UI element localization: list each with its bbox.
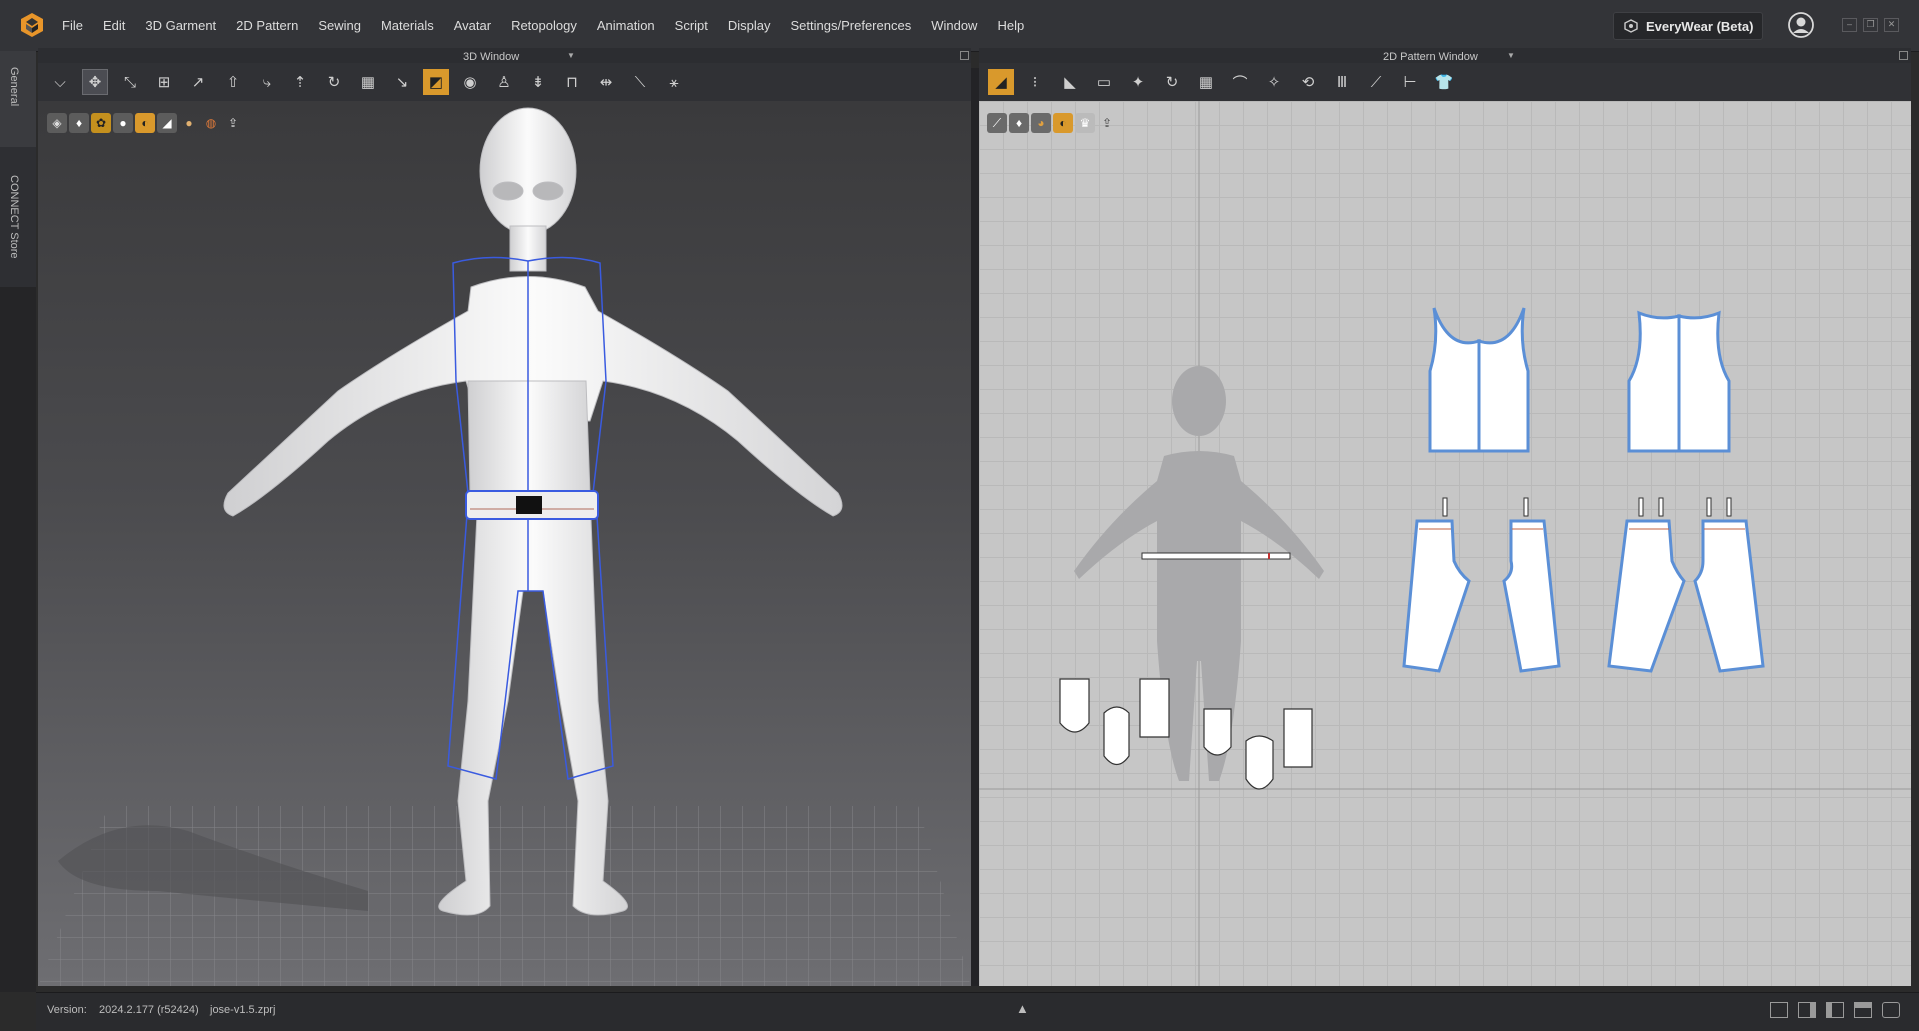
menu-avatar[interactable]: Avatar [454,18,491,33]
animate-icon[interactable]: ⚹ [661,69,687,95]
workspace-selector[interactable]: EveryWear (Beta) [1613,12,1763,40]
dart-icon[interactable]: ✦ [1125,69,1151,95]
button-icon[interactable]: ◉ [457,69,483,95]
menu-help[interactable]: Help [997,18,1024,33]
menu-script[interactable]: Script [675,18,708,33]
layout-split-icon[interactable] [1798,1002,1816,1018]
pants-back-pattern [1607,519,1765,673]
menu-3d-garment[interactable]: 3D Garment [145,18,216,33]
transform-pattern-icon[interactable]: ◢ [988,69,1014,95]
fold-2d-icon[interactable]: ⌒ [1227,69,1253,95]
marvelous-logo-icon[interactable] [19,12,45,38]
chevron-down-icon[interactable]: ▼ [1507,51,1515,60]
float-icon[interactable] [960,51,969,60]
panel-title-3d: 3D Window [463,51,520,63]
rectangle-icon[interactable]: ▭ [1091,69,1117,95]
select-mesh-icon[interactable]: ⤡ [117,69,143,95]
shirt-back-pattern [1627,310,1731,453]
move-icon[interactable]: ✥ [82,69,108,95]
measure-icon[interactable]: ↻ [321,69,347,95]
line-icon[interactable]: ⟋ [1363,69,1389,95]
side-tab-general[interactable]: General [0,51,36,147]
version-value: 2024.2.177 (r52424) [99,1004,199,1016]
sew-icon[interactable]: ⟲ [1295,69,1321,95]
grid-icon[interactable]: ▦ [355,69,381,95]
arrange-icon[interactable]: ⇹ [593,69,619,95]
status-bar: Version: 2024.2.177 (r52424) jose-v1.5.z… [36,992,1919,1031]
menu-bar: File Edit 3D Garment 2D Pattern Sewing M… [0,0,1919,52]
workspace-label: EveryWear (Beta) [1646,18,1754,34]
float-icon[interactable] [1899,51,1908,60]
menu-sewing[interactable]: Sewing [318,18,361,33]
polygon-icon[interactable]: ◣ [1057,69,1083,95]
belt-loops [1442,497,1732,517]
layout-reset-icon[interactable] [1882,1002,1900,1018]
workspace-icon [1624,19,1638,33]
expand-icon[interactable]: ▲ [1016,1001,1029,1016]
pattern-canvas [979,101,1911,986]
shirt-front-pattern [1428,307,1530,453]
panel-title-2d: 2D Pattern Window [1383,51,1478,63]
menu-edit[interactable]: Edit [103,18,125,33]
select-icon[interactable]: ⌵ [47,69,73,95]
garment-select-icon[interactable]: ⊞ [151,69,177,95]
viewport-3d[interactable]: ◈ ♦ ✿ ● ◐ ◢ ● ◍ ⇪ [38,101,971,986]
pants-front-pattern [1402,519,1561,673]
side-tab-connect-store[interactable]: CONNECT Store [0,147,36,287]
toolbar-3d: ⌵ ✥ ⤡ ⊞ ↗ ⇧ ⤷ ⇡ ↻ ▦ ↘ ◩ ◉ ♙ ⇟ ⊓ ⇹ ⟍ ⚹ [38,63,971,102]
layout-grid-icon[interactable] [1854,1002,1872,1018]
layout-split-alt-icon[interactable] [1826,1002,1844,1018]
close-icon[interactable]: ✕ [1884,18,1899,32]
notch-icon[interactable]: ⊢ [1397,69,1423,95]
menu-file[interactable]: File [62,18,83,33]
pin-icon[interactable]: ⤷ [254,69,280,95]
zipper-icon[interactable]: ⇟ [525,69,551,95]
edit-curve-icon[interactable]: ↗ [185,69,211,95]
side-strip [0,287,36,992]
panel-divider[interactable] [971,68,979,986]
minimize-icon[interactable]: – [1842,18,1857,32]
user-avatar-icon[interactable] [1788,12,1814,38]
tack-icon[interactable]: ⇡ [287,69,313,95]
fold-icon[interactable]: ⇧ [220,69,246,95]
side-tab-general-label: General [8,67,20,107]
tuck-icon[interactable]: ✧ [1261,69,1287,95]
version-label: Version: [47,1004,87,1016]
side-tab-store-label: CONNECT Store [8,175,20,259]
texture-icon[interactable]: ◩ [423,69,449,95]
pleat-icon[interactable]: Ⅲ [1329,69,1355,95]
seam-icon[interactable]: ↻ [1159,69,1185,95]
layout-single-icon[interactable] [1770,1002,1788,1018]
scene-3d [38,107,971,986]
restore-icon[interactable]: ❐ [1863,18,1878,32]
toolbar-2d: ◢ ⁝ ◣ ▭ ✦ ↻ ▦ ⌒ ✧ ⟲ Ⅲ ⟋ ⊢ 👕 [979,63,1911,102]
menu-display[interactable]: Display [728,18,771,33]
belt-pattern [1141,552,1291,560]
menu-animation[interactable]: Animation [597,18,655,33]
avatar-pose-icon[interactable]: ♙ [491,69,517,95]
menu-materials[interactable]: Materials [381,18,434,33]
menu-retopology[interactable]: Retopology [511,18,577,33]
elastic-icon[interactable]: ⊓ [559,69,585,95]
chevron-down-icon[interactable]: ▼ [567,51,575,60]
brush-icon[interactable]: ↘ [389,69,415,95]
edit-point-icon[interactable]: ⁝ [1022,69,1048,95]
main-menu: File Edit 3D Garment 2D Pattern Sewing M… [62,0,1044,51]
menu-2d-pattern[interactable]: 2D Pattern [236,18,298,33]
viewport-2d[interactable]: ⟋ ♦ ◕ ◐ ♛ ⇪ [979,101,1911,986]
menu-settings[interactable]: Settings/Preferences [791,18,912,33]
grid-2d-icon[interactable]: ▦ [1193,69,1219,95]
menu-window[interactable]: Window [931,18,977,33]
file-name: jose-v1.5.zprj [210,1004,276,1016]
topstitch-icon[interactable]: ⟍ [627,69,653,95]
belt [465,490,599,520]
shirt-icon[interactable]: 👕 [1431,69,1457,95]
